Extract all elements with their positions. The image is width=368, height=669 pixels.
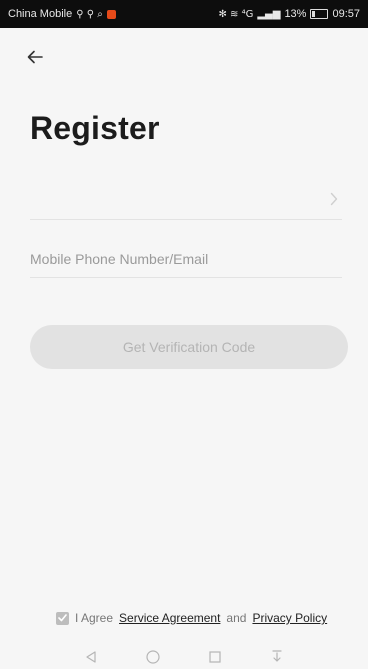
page-title: Register (30, 110, 160, 146)
phone-email-input[interactable] (30, 240, 342, 278)
circle-home-icon (146, 649, 160, 664)
battery-icon (310, 9, 329, 19)
nav-notification-button[interactable] (267, 647, 287, 667)
status-right: ✻ ≋ ⁴G ▂▄▆ 13% 09:57 (218, 8, 360, 20)
square-recents-icon (209, 650, 221, 663)
back-button[interactable] (22, 44, 48, 70)
nav-back-button[interactable] (81, 647, 101, 667)
service-agreement-link[interactable]: Service Agreement (119, 611, 220, 625)
region-selector[interactable] (30, 182, 342, 220)
status-bar: China Mobile ⚲ ⚲ ⌕ ✻ ≋ ⁴G ▂▄▆ 13% 09:57 (0, 0, 368, 28)
pull-down-icon (272, 649, 282, 662)
signal-icon: ▂▄▆ (257, 8, 281, 20)
agreement-row: I Agree Service Agreement and Privacy Po… (56, 611, 327, 625)
nav-home-button[interactable] (143, 647, 163, 667)
agree-checkbox[interactable] (56, 611, 69, 625)
notification-icon (106, 9, 116, 19)
chevron-right-icon (330, 192, 338, 206)
carrier-icons: ⚲ ⚲ ⌕ (76, 8, 103, 20)
agree-prefix: I Agree (75, 611, 114, 625)
status-icons: ✻ ≋ ⁴G (218, 8, 254, 20)
battery-percent: 13% (284, 8, 307, 20)
agree-and: and (226, 611, 247, 625)
arrow-left-icon (27, 50, 43, 64)
checkmark-icon (58, 614, 67, 622)
carrier-label: China Mobile (8, 8, 73, 20)
get-verification-code-button[interactable]: Get Verification Code (30, 325, 348, 369)
privacy-policy-link[interactable]: Privacy Policy (252, 611, 327, 625)
clock: 09:57 (332, 8, 360, 20)
status-left: China Mobile ⚲ ⚲ ⌕ (8, 8, 116, 20)
nav-recents-button[interactable] (205, 647, 225, 667)
triangle-back-icon (86, 650, 96, 663)
system-nav-bar (0, 644, 368, 669)
